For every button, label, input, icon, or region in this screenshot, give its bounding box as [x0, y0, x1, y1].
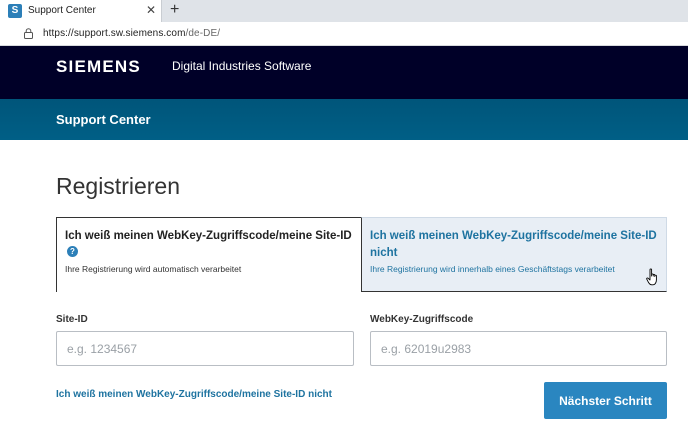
siemens-logo[interactable]: SIEMENS: [56, 57, 141, 77]
site-id-label: Site-ID: [56, 314, 88, 325]
new-tab-icon[interactable]: +: [170, 1, 179, 19]
lock-icon: [24, 28, 33, 39]
url-text[interactable]: https://support.sw.siemens.com/de-DE/: [43, 28, 220, 39]
option-known-subtitle: Ihre Registrierung wird automatisch vera…: [65, 264, 242, 274]
page-title: Registrieren: [56, 173, 180, 199]
site-id-input[interactable]: [56, 331, 354, 366]
tab-title: Support Center: [28, 5, 96, 16]
option-unknown-title: Ich weiß meinen WebKey-Zugriffscode/mein…: [370, 230, 657, 259]
browser-tab[interactable]: S Support Center ✕: [0, 0, 162, 22]
url-host: https://support.sw.siemens.com: [43, 28, 186, 39]
site-header: SIEMENS Digital Industries Software: [0, 46, 688, 99]
close-tab-icon[interactable]: ✕: [146, 3, 156, 17]
webkey-label: WebKey-Zugriffscode: [370, 314, 474, 325]
option-unknown-subtitle: Ihre Registrierung wird innerhalb eines …: [370, 264, 615, 274]
option-known-title-text: Ich weiß meinen WebKey-Zugriffscode/mein…: [65, 230, 352, 242]
unknown-webkey-link[interactable]: Ich weiß meinen WebKey-Zugriffscode/mein…: [56, 389, 332, 400]
address-bar[interactable]: https://support.sw.siemens.com/de-DE/: [0, 22, 688, 46]
next-step-button[interactable]: Nächster Schritt: [544, 382, 667, 419]
support-center-bar: Support Center: [0, 99, 688, 140]
webkey-input[interactable]: [370, 331, 667, 366]
support-center-title[interactable]: Support Center: [56, 112, 151, 127]
help-icon[interactable]: ?: [67, 246, 78, 257]
option-known-title: Ich weiß meinen WebKey-Zugriffscode/mein…: [65, 228, 355, 262]
option-known-webkey[interactable]: Ich weiß meinen WebKey-Zugriffscode/mein…: [56, 217, 362, 292]
browser-tab-strip: S Support Center ✕ +: [0, 0, 688, 22]
siemens-favicon-icon: S: [8, 4, 22, 18]
url-path: /de-DE/: [185, 28, 221, 39]
hand-cursor-icon: [646, 268, 657, 286]
division-name: Digital Industries Software: [172, 59, 312, 73]
option-unknown-webkey[interactable]: Ich weiß meinen WebKey-Zugriffscode/mein…: [361, 217, 667, 292]
